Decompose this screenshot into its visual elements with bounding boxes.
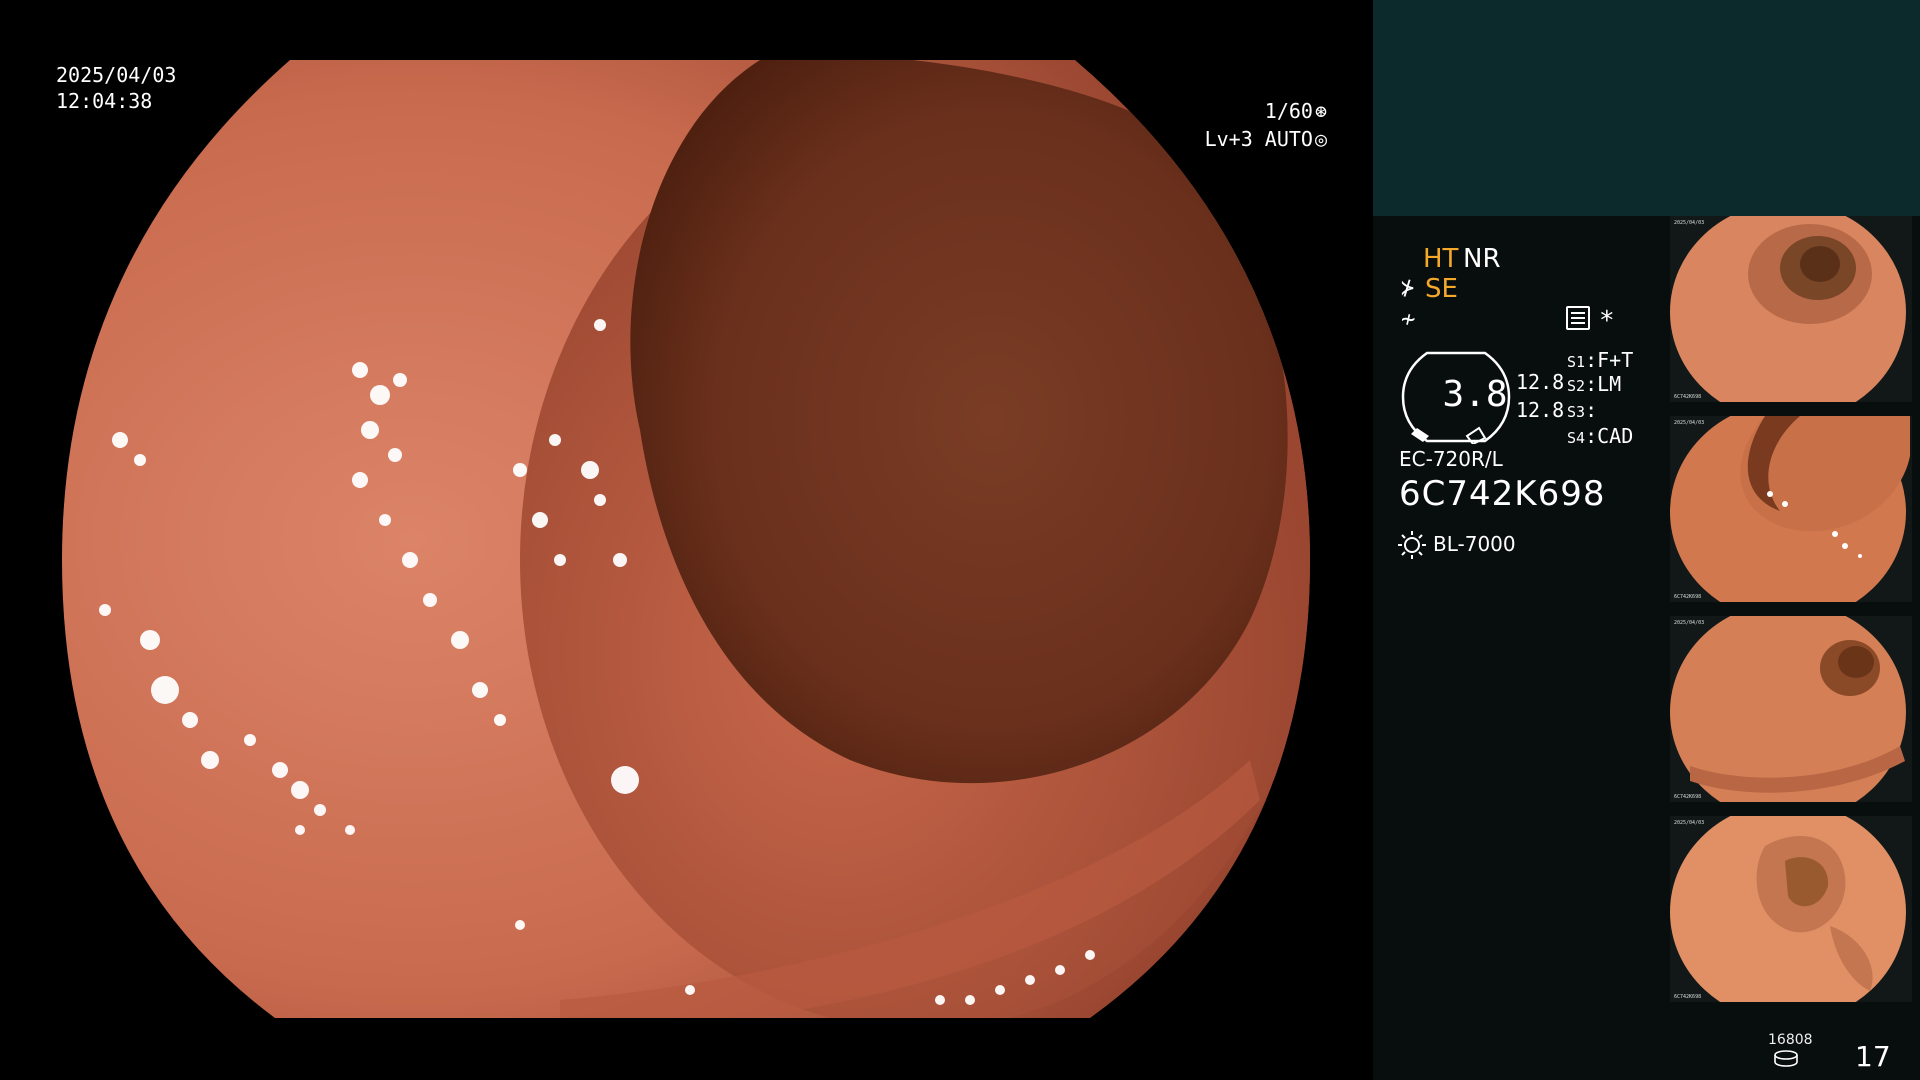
nr-indicator: NR <box>1463 244 1501 274</box>
thumbnail-2[interactable]: 2025/04/03 6C742K698 <box>1670 416 1912 602</box>
exposure-level: Lv+3 AUTO ◎ <box>1205 126 1327 152</box>
date-text: 2025/04/03 <box>56 63 177 87</box>
endoscope-image <box>62 60 1310 1018</box>
freeze-icon: ≁ <box>1401 305 1416 333</box>
slot-value: LM <box>1597 372 1622 396</box>
time-text: 12:04:38 <box>56 89 153 113</box>
slot-key: S1 <box>1567 353 1586 371</box>
timestamp: 2025/04/03 12:04:38 <box>56 62 176 114</box>
thumbnail-1[interactable]: 2025/04/03 6C742K698 <box>1670 216 1912 402</box>
shutter-text: 1/60 <box>1264 99 1313 123</box>
thumb-id: 6C742K698 <box>1674 594 1702 600</box>
thumb-date: 2025/04/03 <box>1674 620 1705 626</box>
aperture-icon: ⊛ <box>1314 99 1327 123</box>
storage-disk-icon <box>1774 1050 1798 1067</box>
thumb-id: 6C742K698 <box>1674 794 1702 800</box>
thumb-date: 2025/04/03 <box>1674 220 1705 226</box>
endoscope-view: 2025/04/03 12:04:38 1/60 ⊛ Lv+3 AUTO ◎ <box>0 0 1373 1080</box>
se-indicator: SE <box>1425 274 1458 304</box>
gauge-reading-2: 12.8 <box>1516 398 1565 422</box>
slot-value: CAD <box>1597 424 1634 448</box>
gauge-value: 3.8 <box>1442 374 1508 415</box>
star-indicator: * <box>1599 306 1615 336</box>
thumbnail-4[interactable]: 2025/04/03 6C742K698 <box>1670 816 1912 1002</box>
scope-serial: 6C742K698 <box>1399 474 1606 514</box>
storage-count: 16808 <box>1768 1032 1813 1048</box>
auto-exposure-icon: ◎ <box>1314 127 1327 151</box>
slot-key: S3 <box>1567 403 1586 421</box>
thumb-id: 6C742K698 <box>1674 394 1702 400</box>
thumbnail-3[interactable]: 2025/04/03 6C742K698 <box>1670 616 1912 802</box>
patient-info-area <box>1373 0 1920 216</box>
shutter-speed: 1/60 ⊛ <box>1265 98 1327 124</box>
frame-count: 17 <box>1855 1040 1891 1073</box>
settings-panel-icon <box>1566 306 1590 330</box>
slot-key: S2 <box>1567 377 1586 395</box>
slot-1: S1:F+T <box>1567 348 1634 372</box>
gauge-reading-1: 12.8 <box>1516 370 1565 394</box>
slot-4: S4:CAD <box>1567 424 1634 448</box>
scope-model: EC-720R/L <box>1399 447 1503 471</box>
light-source-model: BL-7000 <box>1433 532 1516 556</box>
ht-indicator: HT <box>1423 244 1459 274</box>
thumb-date: 2025/04/03 <box>1674 420 1705 426</box>
light-source-icon <box>1398 531 1426 559</box>
thumb-date: 2025/04/03 <box>1674 820 1705 826</box>
thumb-id: 6C742K698 <box>1674 994 1702 1000</box>
slot-value: F+T <box>1597 348 1634 372</box>
status-panel: HT NR ⊁ SE ≁ * 3.8 12.8 12.8 S1:F+T S2:L… <box>1373 0 1920 1080</box>
structure-enhance-icon: ⊁ <box>1401 276 1415 301</box>
slot-2: S2:LM <box>1567 372 1622 396</box>
slot-3: S3: <box>1567 398 1598 422</box>
slot-key: S4 <box>1567 429 1586 447</box>
exposure-text: Lv+3 AUTO <box>1204 127 1313 151</box>
